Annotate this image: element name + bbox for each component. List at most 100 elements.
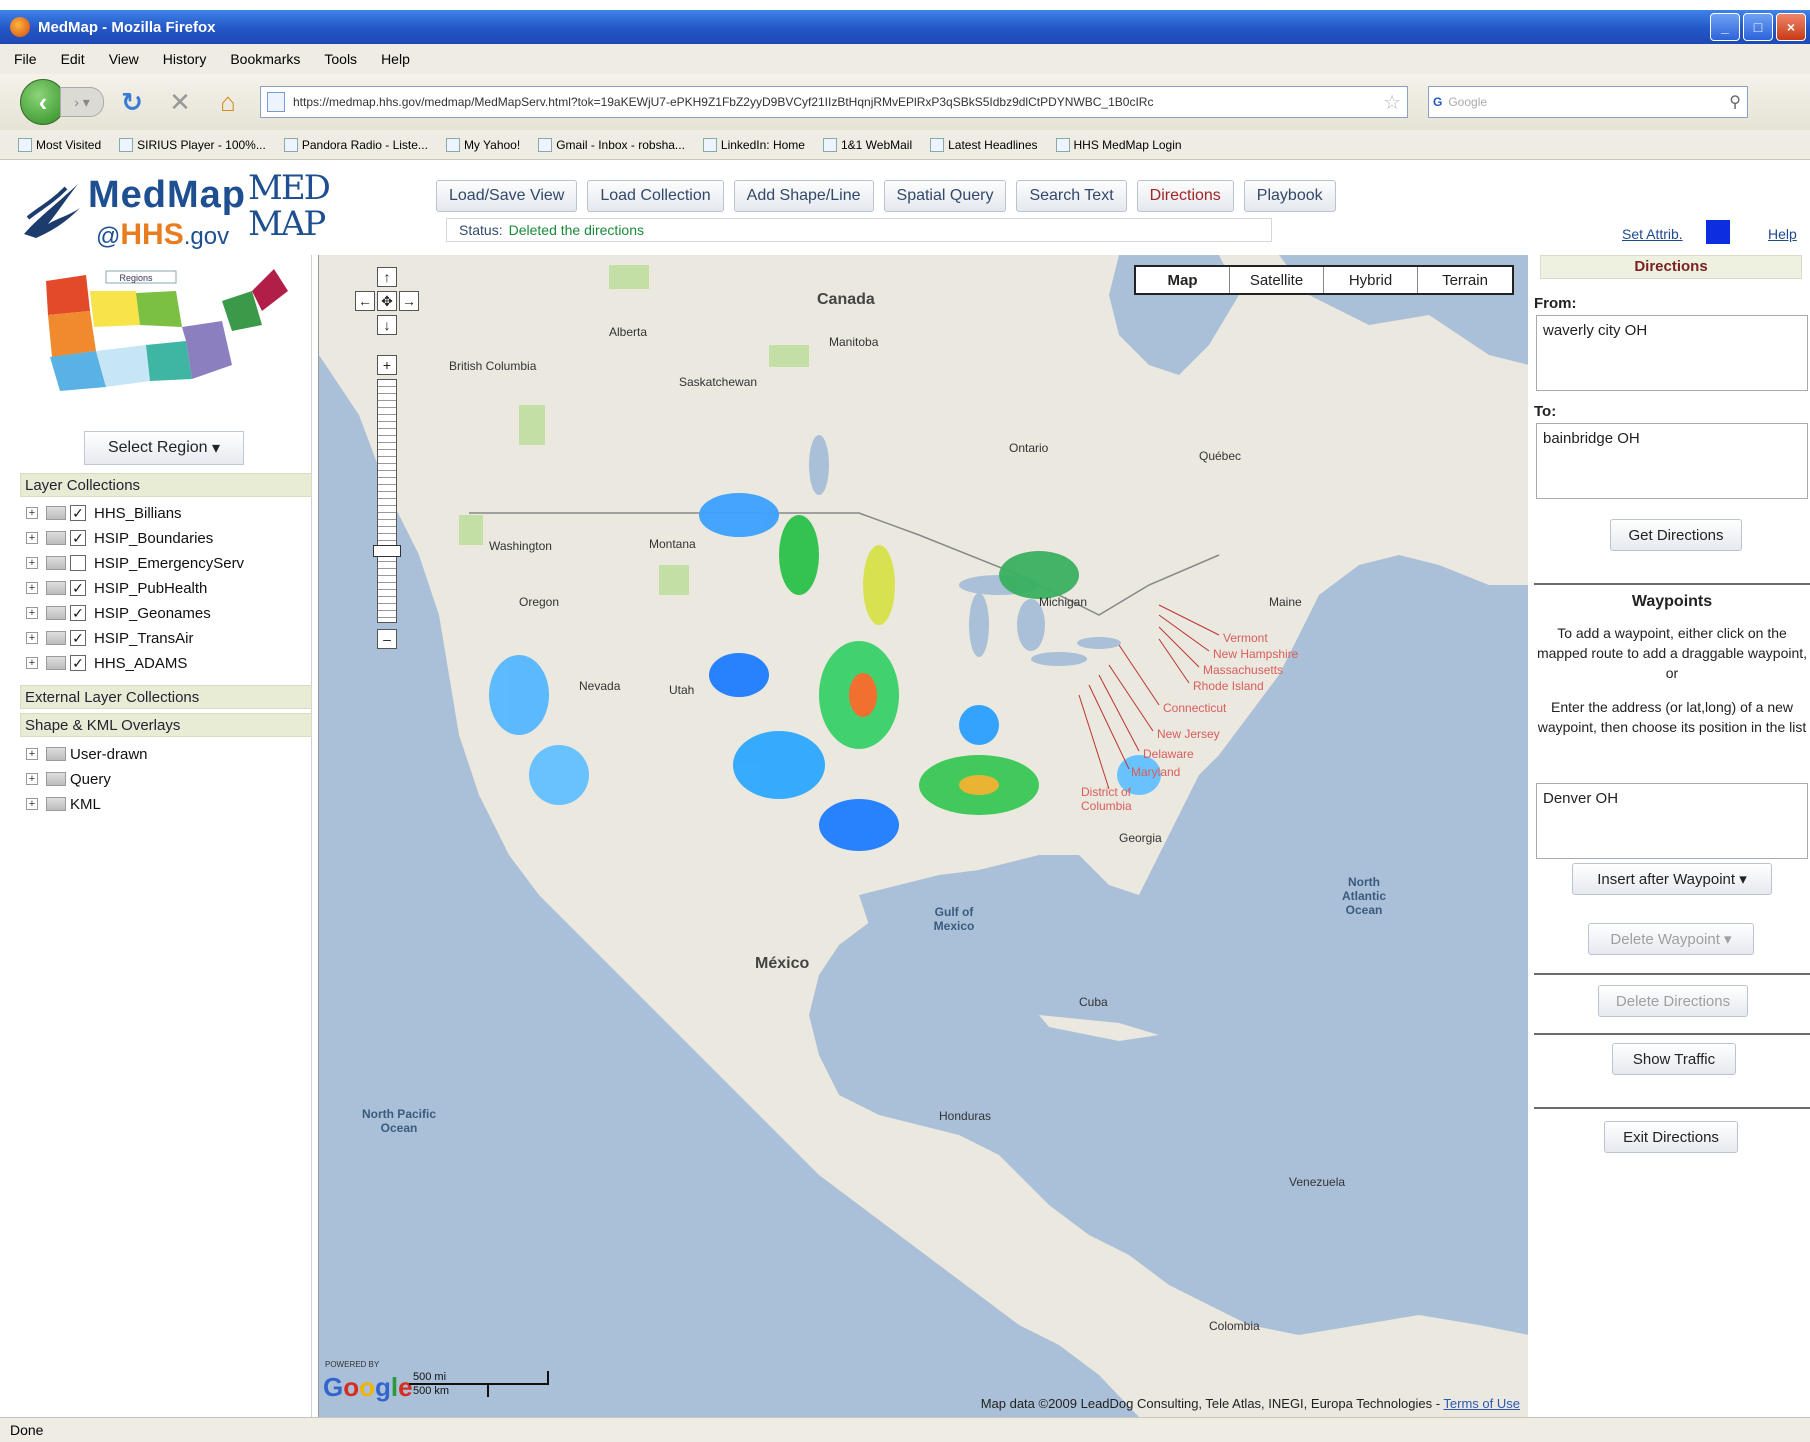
insert-after-waypoint-dropdown[interactable]: Insert after Waypoint ▾: [1572, 863, 1772, 895]
layer-checkbox[interactable]: ✓: [70, 655, 86, 671]
select-region-dropdown[interactable]: Select Region ▾: [84, 431, 244, 465]
layer-checkbox[interactable]: ✓: [70, 630, 86, 646]
expand-icon[interactable]: +: [26, 532, 38, 544]
search-text-button[interactable]: Search Text: [1016, 180, 1127, 212]
menu-bookmarks[interactable]: Bookmarks: [230, 51, 300, 67]
to-field[interactable]: bainbridge OH: [1536, 423, 1808, 499]
bookmark-my-yahoo[interactable]: My Yahoo!: [445, 137, 520, 152]
set-attrib-link[interactable]: Set Attrib.: [1622, 226, 1683, 242]
expand-icon[interactable]: +: [26, 748, 38, 760]
bookmark-gmail[interactable]: Gmail - Inbox - robsha...: [538, 137, 685, 152]
minimize-button[interactable]: _: [1710, 13, 1740, 41]
zoom-out-icon[interactable]: –: [377, 629, 397, 649]
reload-icon[interactable]: ↻: [112, 82, 152, 122]
terms-of-use-link[interactable]: Terms of Use: [1443, 1396, 1520, 1411]
expand-icon[interactable]: +: [26, 607, 38, 619]
bookmark-pandora[interactable]: Pandora Radio - Liste...: [283, 137, 428, 152]
map-type-hybrid[interactable]: Hybrid: [1324, 267, 1418, 293]
bookmark-linkedin[interactable]: LinkedIn: Home: [702, 137, 805, 152]
exit-directions-button[interactable]: Exit Directions: [1604, 1121, 1738, 1153]
menu-file[interactable]: File: [14, 51, 37, 67]
pan-center-icon[interactable]: ✥: [377, 291, 397, 311]
layer-row[interactable]: + ✓ HSIP_Geonames: [26, 601, 211, 625]
menu-history[interactable]: History: [163, 51, 207, 67]
bookmark-star-icon[interactable]: ☆: [1383, 90, 1407, 115]
map-type-satellite[interactable]: Satellite: [1230, 267, 1324, 293]
url-bar[interactable]: https://medmap.hhs.gov/medmap/MedMapServ…: [260, 86, 1408, 118]
zoom-in-icon[interactable]: +: [377, 355, 397, 375]
folder-icon: [46, 631, 66, 645]
overlay-row[interactable]: + KML: [26, 792, 101, 816]
stop-icon[interactable]: ✕: [160, 82, 200, 122]
overlays-header[interactable]: Shape & KML Overlays: [20, 713, 312, 737]
load-save-view-button[interactable]: Load/Save View: [436, 180, 578, 212]
directions-button[interactable]: Directions: [1136, 180, 1234, 212]
playbook-button[interactable]: Playbook: [1243, 180, 1336, 212]
overlay-row[interactable]: + User-drawn: [26, 742, 148, 766]
layer-row[interactable]: + ✓ HHS_ADAMS: [26, 651, 187, 675]
menu-tools[interactable]: Tools: [324, 51, 357, 67]
bookmark-webmail[interactable]: 1&1 WebMail: [822, 137, 912, 152]
delete-directions-button[interactable]: Delete Directions: [1598, 985, 1748, 1017]
help-link[interactable]: Help: [1768, 226, 1797, 242]
layer-row[interactable]: + ✓ HHS_Billians: [26, 501, 182, 525]
from-field[interactable]: waverly city OH: [1536, 315, 1808, 391]
waypoint-help-1: To add a waypoint, either click on the m…: [1536, 625, 1808, 681]
spatial-query-button[interactable]: Spatial Query: [883, 180, 1007, 212]
overlay-row[interactable]: + Query: [26, 767, 111, 791]
add-shape-line-button[interactable]: Add Shape/Line: [733, 180, 874, 212]
expand-icon[interactable]: +: [26, 582, 38, 594]
layers-panel: Regions Select Region ▾ Layer Collection…: [12, 255, 312, 1417]
status-label: Status:: [459, 222, 503, 238]
layer-row[interactable]: + ✓ HSIP_TransAir: [26, 626, 193, 650]
bookmark-most-visited[interactable]: Most Visited: [18, 137, 101, 152]
expand-icon[interactable]: +: [26, 657, 38, 669]
layer-collections-header[interactable]: Layer Collections: [20, 473, 312, 497]
expand-icon[interactable]: +: [26, 798, 38, 810]
layer-checkbox[interactable]: ✓: [70, 605, 86, 621]
zoom-slider[interactable]: [377, 379, 397, 623]
delete-waypoint-dropdown[interactable]: Delete Waypoint ▾: [1588, 923, 1754, 955]
layer-checkbox[interactable]: ✓: [70, 530, 86, 546]
layer-row[interactable]: + HSIP_EmergencyServ: [26, 551, 244, 575]
layer-row[interactable]: + ✓ HSIP_Boundaries: [26, 526, 213, 550]
get-directions-button[interactable]: Get Directions: [1610, 519, 1742, 551]
load-collection-button[interactable]: Load Collection: [587, 180, 724, 212]
search-bar[interactable]: G Google ⚲: [1428, 86, 1748, 118]
menu-view[interactable]: View: [109, 51, 139, 67]
expand-icon[interactable]: +: [26, 557, 38, 569]
waypoint-field[interactable]: Denver OH: [1536, 783, 1808, 859]
pan-left-icon[interactable]: ←: [355, 291, 375, 311]
google-search-icon[interactable]: G: [1433, 95, 1442, 109]
attrib-color-swatch[interactable]: [1706, 220, 1730, 244]
scale-bar: 500 mi 500 km: [409, 1371, 549, 1397]
pan-up-icon[interactable]: ↑: [377, 267, 397, 287]
bookmark-sirius[interactable]: SIRIUS Player - 100%...: [119, 137, 266, 152]
external-layers-header[interactable]: External Layer Collections: [20, 685, 312, 709]
pan-right-icon[interactable]: →: [399, 291, 419, 311]
menu-help[interactable]: Help: [381, 51, 410, 67]
layer-name: HSIP_EmergencyServ: [94, 554, 245, 572]
show-traffic-button[interactable]: Show Traffic: [1612, 1043, 1736, 1075]
search-icon[interactable]: ⚲: [1729, 92, 1747, 112]
expand-icon[interactable]: +: [26, 632, 38, 644]
map-canvas[interactable]: Map Satellite Hybrid Terrain ↑ ← ✥ → ↓ +…: [318, 255, 1528, 1417]
map-type-terrain[interactable]: Terrain: [1418, 267, 1512, 293]
layer-row[interactable]: + ✓ HSIP_PubHealth: [26, 576, 207, 600]
maximize-button[interactable]: □: [1743, 13, 1773, 41]
layer-checkbox[interactable]: ✓: [70, 580, 86, 596]
layer-checkbox[interactable]: [70, 555, 86, 571]
forward-button[interactable]: › ▾: [60, 87, 104, 117]
map-type-map[interactable]: Map: [1136, 267, 1230, 293]
pan-down-icon[interactable]: ↓: [377, 315, 397, 335]
menu-edit[interactable]: Edit: [61, 51, 85, 67]
regions-map[interactable]: Regions: [26, 261, 302, 411]
expand-icon[interactable]: +: [26, 507, 38, 519]
bookmark-medmap-login[interactable]: HHS MedMap Login: [1055, 137, 1182, 152]
expand-icon[interactable]: +: [26, 773, 38, 785]
layer-checkbox[interactable]: ✓: [70, 505, 86, 521]
bookmark-latest-headlines[interactable]: Latest Headlines: [930, 137, 1038, 152]
zoom-slider-handle[interactable]: [373, 545, 401, 557]
home-icon[interactable]: ⌂: [208, 82, 248, 122]
close-button[interactable]: ×: [1776, 13, 1806, 41]
